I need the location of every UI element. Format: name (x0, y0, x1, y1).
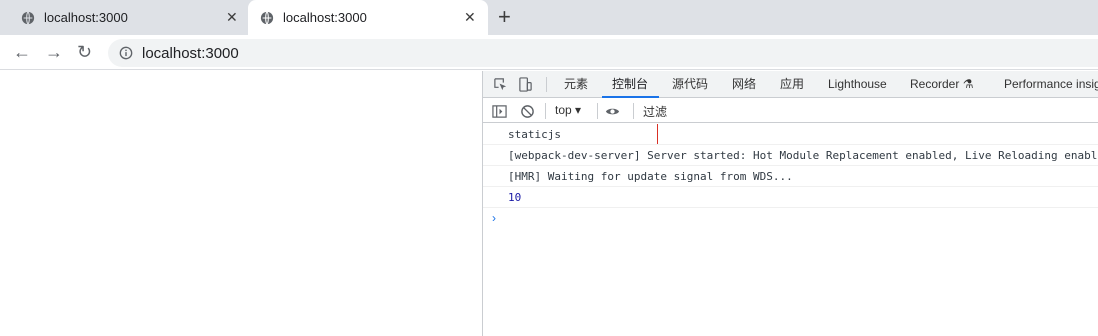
context-selector[interactable]: top ▾ (555, 103, 581, 117)
console-message: staticjs (483, 124, 1098, 145)
tab-title: localhost:3000 (44, 10, 128, 25)
filter-input[interactable]: 过滤 (643, 103, 667, 120)
console-message: 10 (483, 187, 1098, 208)
highlight-box (483, 124, 658, 144)
tab-lighthouse[interactable]: Lighthouse (828, 71, 887, 98)
console-prompt[interactable]: › (483, 208, 1098, 228)
chevron-right-icon: › (492, 211, 496, 225)
devtools-tab-bar: 元素 控制台 源代码 网络 应用 Lighthouse Recorder ⚗ P… (483, 71, 1098, 98)
forward-button[interactable]: → (45, 42, 63, 63)
tab-console[interactable]: 控制台 (602, 71, 660, 98)
device-toolbar-icon[interactable] (518, 77, 533, 92)
divider (633, 103, 634, 119)
browser-tab[interactable]: localhost:3000 ✕ (0, 0, 248, 35)
eye-icon[interactable] (605, 104, 620, 119)
tab-network[interactable]: 网络 (732, 71, 756, 98)
browser-tab-active[interactable]: localhost:3000 ✕ (248, 0, 488, 35)
tab-title: localhost:3000 (283, 10, 367, 25)
console-toolbar: top ▾ 过滤 (483, 99, 1098, 123)
globe-icon (21, 11, 35, 24)
browser-toolbar: ← → ↻ localhost:3000 (0, 35, 1098, 70)
close-icon[interactable]: ✕ (464, 9, 476, 26)
address-bar[interactable]: localhost:3000 (108, 39, 1098, 67)
tab-sources[interactable]: 源代码 (672, 71, 708, 98)
divider (545, 103, 546, 119)
tab-strip: localhost:3000 ✕ localhost:3000 ✕ + (0, 0, 1098, 35)
devtools-panel: 元素 控制台 源代码 网络 应用 Lighthouse Recorder ⚗ P… (482, 71, 1098, 336)
console-message: [webpack-dev-server] Server started: Hot… (483, 145, 1098, 166)
message-text: 10 (508, 191, 522, 204)
sidebar-toggle-icon[interactable] (492, 104, 507, 119)
close-icon[interactable]: ✕ (226, 9, 238, 26)
inspect-element-icon[interactable] (493, 77, 508, 92)
reload-button[interactable]: ↻ (77, 42, 92, 63)
info-icon[interactable] (119, 46, 133, 60)
page-viewport (0, 71, 482, 336)
message-text: [HMR] Waiting for update signal from WDS… (508, 170, 793, 183)
tab-recorder[interactable]: Recorder ⚗ (910, 71, 973, 98)
tab-application[interactable]: 应用 (780, 71, 804, 98)
tab-elements[interactable]: 元素 (564, 71, 588, 98)
message-text: [webpack-dev-server] Server started: Hot… (508, 149, 1098, 162)
globe-icon (260, 11, 274, 24)
console-message: [HMR] Waiting for update signal from WDS… (483, 166, 1098, 187)
url-text: localhost:3000 (142, 44, 239, 62)
tab-performance-insights[interactable]: Performance insig (1004, 71, 1098, 98)
divider (597, 103, 598, 119)
new-tab-button[interactable]: + (498, 4, 511, 30)
divider (546, 77, 547, 92)
back-button[interactable]: ← (13, 42, 31, 63)
clear-console-icon[interactable] (520, 104, 535, 119)
console-output: staticjs [webpack-dev-server] Server sta… (483, 124, 1098, 228)
